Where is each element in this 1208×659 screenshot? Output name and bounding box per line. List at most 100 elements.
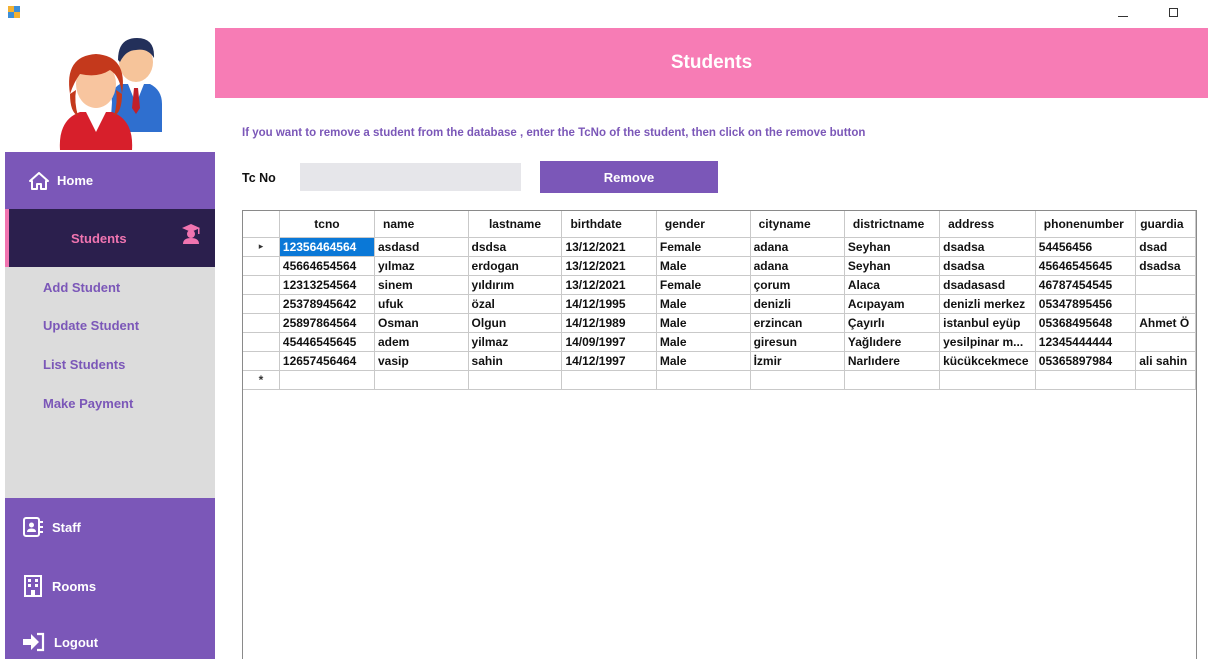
table-cell[interactable]: 45664654564	[279, 256, 376, 276]
sidebar-item-rooms[interactable]: Rooms	[22, 574, 96, 598]
table-cell[interactable]: ali sahin	[1135, 351, 1196, 371]
table-cell[interactable]	[468, 370, 563, 390]
column-header-birthdate[interactable]: birthdate	[561, 211, 657, 238]
tc-no-input[interactable]	[300, 163, 521, 191]
table-cell[interactable]: Male	[656, 313, 751, 333]
column-header-gender[interactable]: gender	[656, 211, 751, 238]
table-cell[interactable]	[1135, 370, 1196, 390]
table-cell[interactable]: dsad	[1135, 237, 1196, 257]
table-cell[interactable]: çorum	[750, 275, 845, 295]
table-cell[interactable]: Ahmet Ö	[1135, 313, 1196, 333]
table-cell[interactable]	[561, 370, 657, 390]
table-row[interactable]: 45664654564 yılmaz erdogan 13/12/2021 Ma…	[243, 256, 1196, 276]
table-cell[interactable]: giresun	[750, 332, 845, 352]
table-row[interactable]: 25378945642 ufuk özal 14/12/1995 Male de…	[243, 294, 1196, 314]
sidebar-item-add-student[interactable]: Add Student	[43, 280, 120, 295]
table-cell[interactable]: 45646545645	[1035, 256, 1137, 276]
table-cell[interactable]	[1135, 275, 1196, 295]
table-cell[interactable]: 25897864564	[279, 313, 376, 333]
table-cell[interactable]: 13/12/2021	[561, 237, 657, 257]
table-cell[interactable]: dsdsa	[468, 237, 563, 257]
table-cell[interactable]: 25378945642	[279, 294, 376, 314]
table-cell[interactable]: adana	[750, 256, 845, 276]
table-cell[interactable]: 12345444444	[1035, 332, 1137, 352]
sidebar-item-list-students[interactable]: List Students	[43, 357, 125, 372]
table-cell[interactable]: vasip	[374, 351, 469, 371]
table-cell[interactable]: asdasd	[374, 237, 469, 257]
new-row-indicator[interactable]: *	[243, 370, 280, 390]
table-cell[interactable]: ufuk	[374, 294, 469, 314]
new-row[interactable]: *	[243, 370, 1196, 390]
table-cell[interactable]: dsadasasd	[939, 275, 1036, 295]
table-cell[interactable]: sahin	[468, 351, 563, 371]
table-cell[interactable]: Acıpayam	[844, 294, 941, 314]
table-cell[interactable]: 14/12/1995	[561, 294, 657, 314]
table-cell[interactable]: Osman	[374, 313, 469, 333]
table-cell[interactable]: Male	[656, 351, 751, 371]
table-cell[interactable]: istanbul eyüp	[939, 313, 1036, 333]
table-cell[interactable]: Narlıdere	[844, 351, 941, 371]
row-header[interactable]	[243, 332, 280, 352]
table-row[interactable]: ▸ 12356464564 asdasd dsdsa 13/12/2021 Fe…	[243, 237, 1196, 257]
students-grid[interactable]: tcno name lastname birthdate gender city…	[242, 210, 1197, 659]
table-cell[interactable]: 54456456	[1035, 237, 1137, 257]
sidebar-item-students[interactable]: Students	[5, 209, 215, 267]
table-cell[interactable]: 05368495648	[1035, 313, 1137, 333]
table-cell[interactable]	[279, 370, 376, 390]
row-header[interactable]	[243, 313, 280, 333]
table-cell[interactable]: 12356464564	[279, 237, 376, 257]
sidebar-item-make-payment[interactable]: Make Payment	[43, 396, 133, 411]
table-cell[interactable]: 05365897984	[1035, 351, 1137, 371]
table-cell[interactable]	[1135, 332, 1196, 352]
table-cell[interactable]: Seyhan	[844, 237, 941, 257]
table-cell[interactable]: Female	[656, 275, 751, 295]
table-cell[interactable]: dsadsa	[939, 256, 1036, 276]
table-cell[interactable]: 12313254564	[279, 275, 376, 295]
table-cell[interactable]: Male	[656, 256, 751, 276]
sidebar-item-staff[interactable]: Staff	[22, 516, 81, 538]
table-cell[interactable]: yesilpinar m...	[939, 332, 1036, 352]
table-cell[interactable]: 45446545645	[279, 332, 376, 352]
row-header[interactable]	[243, 294, 280, 314]
table-cell[interactable]: kücükcekmece	[939, 351, 1036, 371]
table-cell[interactable]: 46787454545	[1035, 275, 1137, 295]
table-cell[interactable]: 14/09/1997	[561, 332, 657, 352]
table-cell[interactable]: adem	[374, 332, 469, 352]
table-row[interactable]: 45446545645 adem yilmaz 14/09/1997 Male …	[243, 332, 1196, 352]
table-cell[interactable]: adana	[750, 237, 845, 257]
table-cell[interactable]	[1135, 294, 1196, 314]
table-cell[interactable]: denizli	[750, 294, 845, 314]
column-header-lastname[interactable]: lastname	[468, 211, 563, 238]
table-cell[interactable]: Seyhan	[844, 256, 941, 276]
table-cell[interactable]: yilmaz	[468, 332, 563, 352]
table-cell[interactable]: Female	[656, 237, 751, 257]
column-header-guardian[interactable]: guardia	[1135, 211, 1196, 238]
table-cell[interactable]: özal	[468, 294, 563, 314]
table-cell[interactable]: Yağlıdere	[844, 332, 941, 352]
table-cell[interactable]: İzmir	[750, 351, 845, 371]
row-header[interactable]	[243, 351, 280, 371]
sidebar-item-home[interactable]: Home	[5, 152, 215, 209]
table-cell[interactable]: erdogan	[468, 256, 563, 276]
table-row[interactable]: 12657456464 vasip sahin 14/12/1997 Male …	[243, 351, 1196, 371]
table-cell[interactable]: yıldırım	[468, 275, 563, 295]
table-cell[interactable]: Male	[656, 332, 751, 352]
table-row[interactable]: 25897864564 Osman Olgun 14/12/1989 Male …	[243, 313, 1196, 333]
table-cell[interactable]: Male	[656, 294, 751, 314]
table-cell[interactable]: dsadsa	[939, 237, 1036, 257]
current-row-indicator[interactable]: ▸	[243, 237, 280, 257]
row-header[interactable]	[243, 256, 280, 276]
table-cell[interactable]: 14/12/1989	[561, 313, 657, 333]
sidebar-item-logout[interactable]: Logout	[22, 632, 98, 652]
table-cell[interactable]: Çayırlı	[844, 313, 941, 333]
column-header-tcno[interactable]: tcno	[279, 211, 376, 238]
column-header-cityname[interactable]: cityname	[750, 211, 845, 238]
minimize-button[interactable]	[1108, 2, 1138, 22]
maximize-button[interactable]	[1158, 2, 1188, 22]
table-cell[interactable]: Alaca	[844, 275, 941, 295]
row-header[interactable]	[243, 275, 280, 295]
sidebar-item-update-student[interactable]: Update Student	[43, 318, 139, 333]
table-cell[interactable]	[1035, 370, 1137, 390]
remove-button[interactable]: Remove	[540, 161, 718, 193]
table-cell[interactable]: sinem	[374, 275, 469, 295]
